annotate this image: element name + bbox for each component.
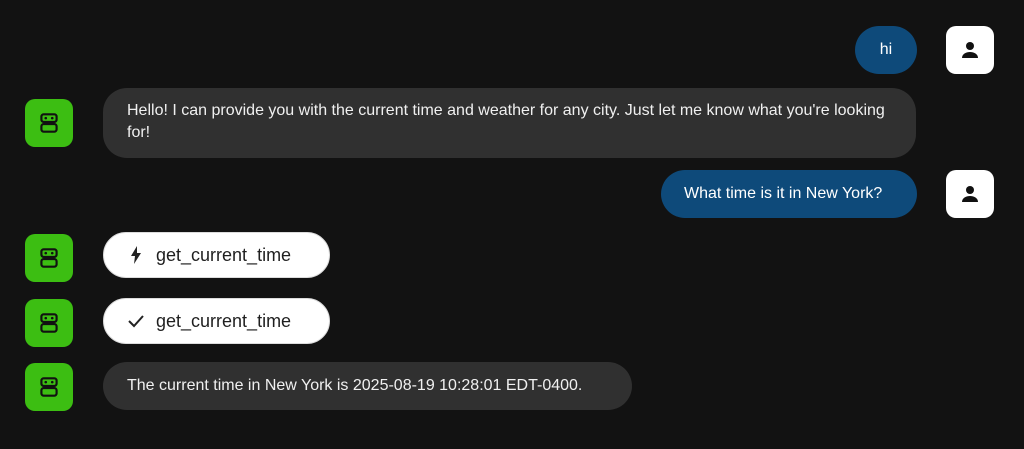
bot-avatar bbox=[25, 363, 73, 411]
function-response-chip[interactable]: get_current_time bbox=[103, 298, 330, 344]
bot-avatar bbox=[25, 234, 73, 282]
bot-message-bubble: The current time in New York is 2025-08-… bbox=[103, 362, 632, 410]
bot-message-bubble: Hello! I can provide you with the curren… bbox=[103, 88, 916, 158]
user-message-bubble: What time is it in New York? bbox=[661, 170, 917, 218]
bot-message-text: Hello! I can provide you with the curren… bbox=[127, 102, 885, 141]
user-avatar bbox=[946, 26, 994, 74]
person-icon bbox=[962, 42, 978, 58]
bolt-icon bbox=[128, 246, 144, 264]
user-message-text: hi bbox=[879, 41, 893, 58]
bot-avatar bbox=[25, 99, 73, 147]
person-icon bbox=[962, 186, 978, 202]
robot-icon bbox=[40, 113, 58, 133]
user-message-bubble: hi bbox=[855, 26, 917, 74]
bot-avatar bbox=[25, 299, 73, 347]
robot-icon bbox=[40, 313, 58, 333]
robot-icon bbox=[40, 377, 58, 397]
check-icon bbox=[128, 313, 144, 329]
user-message-text: What time is it in New York? bbox=[684, 185, 883, 202]
function-call-label: get_current_time bbox=[156, 244, 292, 265]
function-call-chip[interactable]: get_current_time bbox=[103, 232, 330, 278]
bot-message-text: The current time in New York is 2025-08-… bbox=[127, 377, 583, 394]
user-avatar bbox=[946, 170, 994, 218]
function-response-label: get_current_time bbox=[156, 310, 292, 331]
robot-icon bbox=[40, 248, 58, 268]
